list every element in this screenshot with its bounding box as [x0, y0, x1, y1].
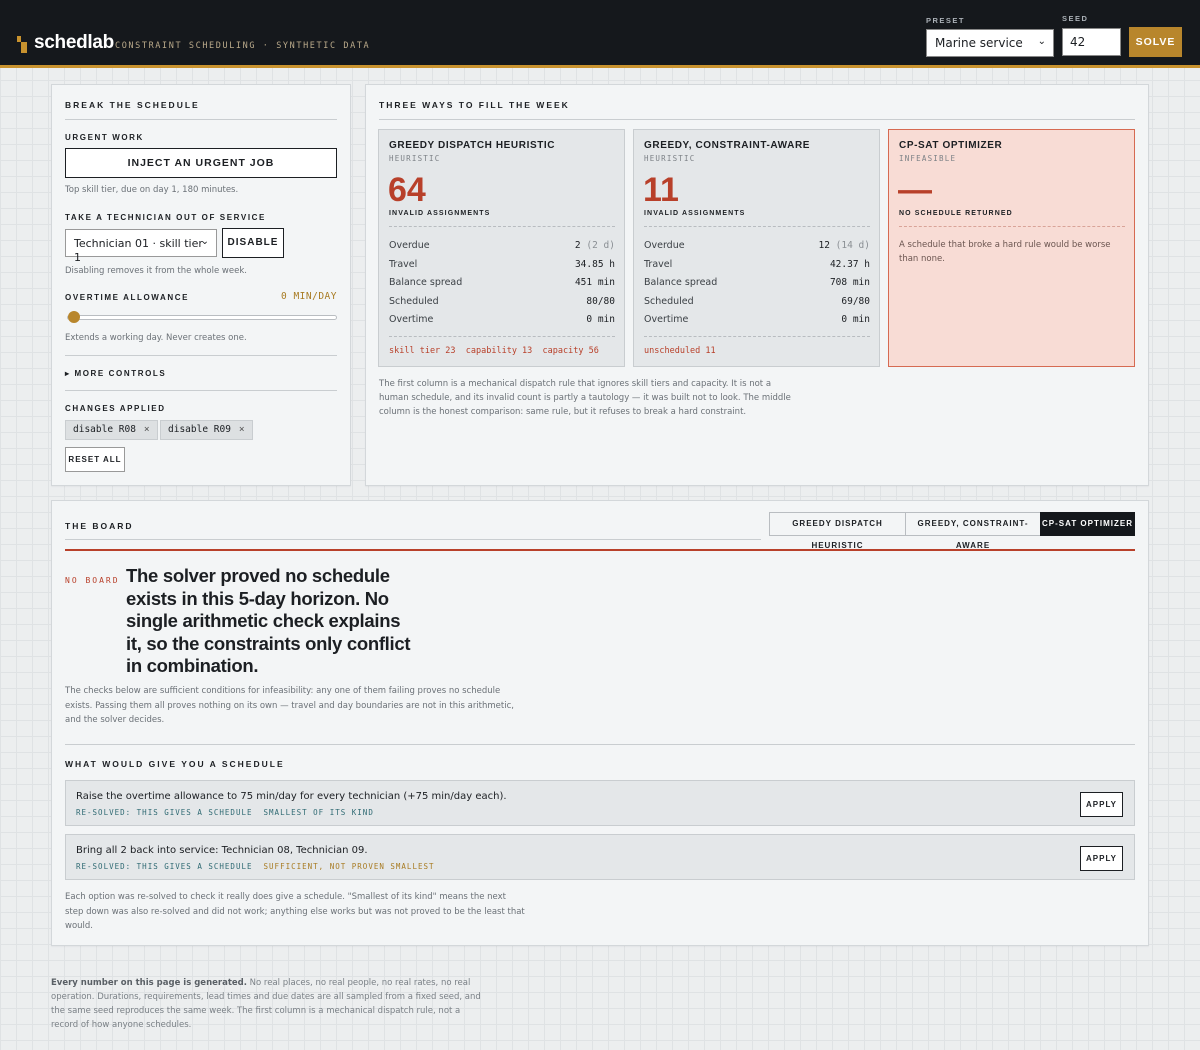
metric-row: Overdue 12 (14 d)	[644, 240, 870, 251]
card-kind: HEURISTIC	[389, 154, 441, 163]
technician-select[interactable]: Technician 01 · skill tier 1 ⌄	[65, 229, 217, 264]
apply-button[interactable]: APPLY	[1080, 846, 1123, 871]
no-schedule-label: NO SCHEDULE RETURNED	[899, 210, 1013, 217]
fix-status: RE-SOLVED: THIS GIVES A SCHEDULE SUFFICI…	[76, 862, 435, 871]
solve-button[interactable]: SOLVE	[1129, 27, 1182, 57]
preset-value: Marine service	[935, 36, 1023, 50]
violations: skill tier 23 capability 13 capacity 56	[389, 346, 599, 356]
slider-thumb[interactable]	[68, 311, 80, 323]
metric-row: Balance spread 451 min	[389, 277, 615, 288]
card-title: GREEDY, CONSTRAINT-AWARE	[644, 140, 811, 151]
fix-text: Bring all 2 back into service: Technicia…	[76, 845, 368, 856]
infeasible-headline: The solver proved no schedule exists in …	[126, 565, 411, 676]
card-title: CP-SAT OPTIMIZER	[899, 140, 1003, 151]
remove-icon[interactable]: ×	[144, 424, 150, 435]
panel-title: THE BOARD	[65, 521, 134, 531]
card-note: A schedule that broke a hard rule would …	[899, 240, 1111, 264]
panel-title: THREE WAYS TO FILL THE WEEK	[379, 100, 570, 110]
metric-row: Balance spread 708 min	[644, 277, 870, 288]
metric-row: Travel 34.85 h	[389, 259, 615, 270]
overtime-label: OVERTIME ALLOWANCE	[65, 293, 190, 302]
fix-text: Raise the overtime allowance to 75 min/d…	[76, 791, 507, 802]
metric-row: Overtime 0 min	[644, 314, 870, 325]
metric-row: Scheduled 69/80	[644, 296, 870, 307]
technician-value: Technician 01 · skill tier 1	[74, 237, 203, 264]
metric-row: Overdue 2 (2 d)	[389, 240, 615, 251]
brand-name: schedlab	[34, 32, 114, 53]
invalid-label: INVALID ASSIGNMENTS	[389, 210, 491, 217]
invalid-label: INVALID ASSIGNMENTS	[644, 210, 746, 217]
fixes-note: Each option was re-solved to check it re…	[65, 892, 525, 931]
overtime-value: 0 MIN/DAY	[281, 291, 337, 302]
no-schedule-dash: —	[898, 171, 932, 209]
method-card-greedy[interactable]: GREEDY DISPATCH HEURISTIC HEURISTIC 64 I…	[378, 129, 625, 367]
app-header: schedlab CONSTRAINT SCHEDULING · SYNTHET…	[0, 0, 1200, 68]
metric-row: Scheduled 80/80	[389, 296, 615, 307]
violations: unscheduled 11	[644, 346, 716, 356]
preset-select[interactable]: Marine service ⌄	[926, 29, 1054, 57]
invalid-count: 64	[388, 171, 426, 209]
infeasible-explanation: The checks below are sufficient conditio…	[65, 686, 514, 725]
change-chip[interactable]: disable R08 ×	[65, 420, 158, 440]
inject-urgent-button[interactable]: INJECT AN URGENT JOB	[65, 148, 337, 178]
chevron-down-icon: ⌄	[200, 236, 209, 247]
disable-button[interactable]: DISABLE	[222, 228, 284, 258]
tab-greedy[interactable]: GREEDY DISPATCH HEURISTIC	[769, 512, 906, 550]
more-controls-toggle[interactable]: ▸ MORE CONTROLS	[65, 369, 166, 378]
card-title: GREEDY DISPATCH HEURISTIC	[389, 140, 556, 151]
logo-icon	[17, 36, 27, 53]
inject-help: Top skill tier, due on day 1, 180 minute…	[65, 185, 239, 195]
changes-label: CHANGES APPLIED	[65, 404, 166, 413]
chevron-down-icon: ⌄	[1037, 36, 1046, 47]
tab-greedy-aware[interactable]: GREEDY, CONSTRAINT-AWARE	[905, 512, 1041, 550]
chip-label: disable R09	[168, 424, 231, 435]
overtime-slider[interactable]	[67, 311, 337, 323]
metric-row: Overtime 0 min	[389, 314, 615, 325]
panel-title: BREAK THE SCHEDULE	[65, 100, 200, 110]
overtime-help: Extends a working day. Never creates one…	[65, 333, 247, 343]
board-divider	[65, 549, 1135, 551]
invalid-count: 11	[643, 171, 679, 209]
change-chip[interactable]: disable R09 ×	[160, 420, 253, 440]
metric-row: Travel 42.37 h	[644, 259, 870, 270]
reset-all-button[interactable]: RESET ALL	[65, 447, 125, 472]
tech-help: Disabling removes it from the whole week…	[65, 266, 247, 276]
fix-option: Raise the overtime allowance to 75 min/d…	[65, 780, 1135, 826]
apply-button[interactable]: APPLY	[1080, 792, 1123, 817]
chip-label: disable R08	[73, 424, 136, 435]
break-schedule-panel: BREAK THE SCHEDULE URGENT WORK INJECT AN…	[51, 84, 351, 486]
fixes-title: WHAT WOULD GIVE YOU A SCHEDULE	[65, 759, 285, 769]
card-kind: INFEASIBLE	[899, 154, 957, 163]
footer-note: Every number on this page is generated. …	[51, 978, 481, 1030]
method-card-greedy-aware[interactable]: GREEDY, CONSTRAINT-AWARE HEURISTIC 11 IN…	[633, 129, 880, 367]
seed-label: SEED	[1062, 14, 1089, 23]
fix-option: Bring all 2 back into service: Technicia…	[65, 834, 1135, 880]
tab-cpsat[interactable]: CP-SAT OPTIMIZER	[1040, 512, 1135, 536]
fix-status: RE-SOLVED: THIS GIVES A SCHEDULE SMALLES…	[76, 808, 374, 817]
no-board-tag: NO BOARD	[65, 576, 120, 585]
card-kind: HEURISTIC	[644, 154, 696, 163]
urgent-label: URGENT WORK	[65, 133, 144, 142]
tech-label: TAKE A TECHNICIAN OUT OF SERVICE	[65, 213, 266, 222]
brand-tagline: CONSTRAINT SCHEDULING · SYNTHETIC DATA	[115, 41, 371, 51]
methods-caption: The first column is a mechanical dispatc…	[379, 379, 791, 417]
preset-label: PRESET	[926, 16, 966, 25]
seed-input[interactable]: 42	[1062, 28, 1121, 56]
remove-icon[interactable]: ×	[239, 424, 245, 435]
methods-panel: THREE WAYS TO FILL THE WEEK GREEDY DISPA…	[365, 84, 1149, 486]
method-card-cpsat[interactable]: CP-SAT OPTIMIZER INFEASIBLE — NO SCHEDUL…	[888, 129, 1135, 367]
